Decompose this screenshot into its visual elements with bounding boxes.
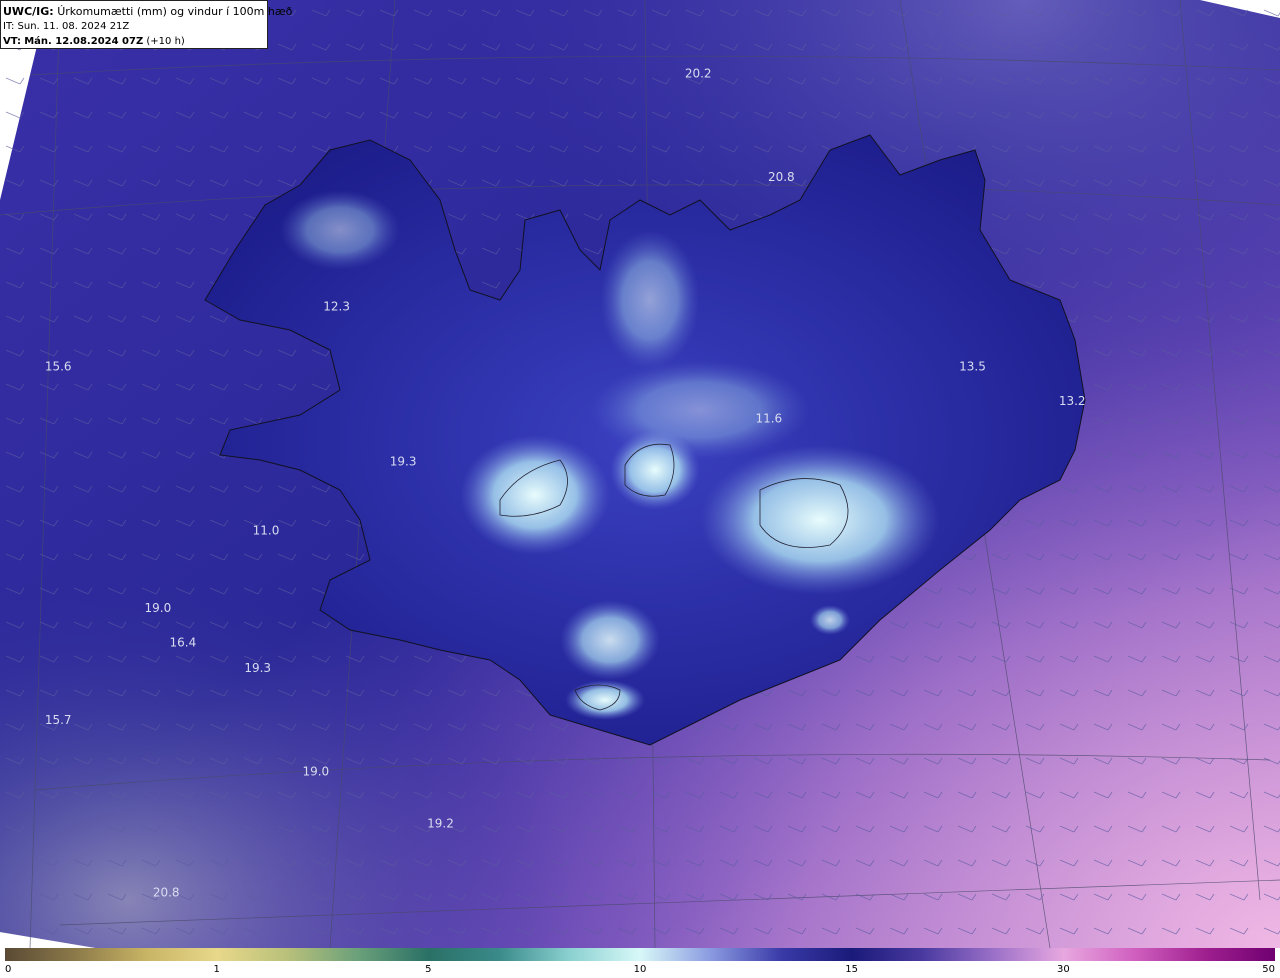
colorbar-legend: 0 1 5 10 15 30 50 [0,948,1280,978]
init-time-value: Sun. 11. 08. 2024 21Z [17,21,130,32]
station-value-label: 11.6 [755,411,782,425]
station-value-label: 15.6 [45,360,72,374]
model-name: UWC/IG: [3,5,54,18]
station-value-label: 19.2 [427,816,454,830]
station-value-label: 19.0 [302,765,329,779]
colorbar-segment [851,948,1064,961]
init-time-label: IT: [3,21,15,32]
precipitation-wind-map: 20.2 20.8 12.3 15.6 13.5 13.2 19.3 11.6 11.0 19.0… [0,0,1280,948]
colorbar-strip [5,948,1276,961]
colorbar-tick-label: 0 [5,964,12,975]
station-value-label: 16.4 [170,635,197,649]
station-value-label: 19.3 [244,661,271,675]
valid-time-label: VT: [3,36,22,47]
colorbar-segment [1063,948,1276,961]
title-line: UWC/IG: Úrkomumætti (mm) og vindur í 100… [3,4,292,19]
valid-time-line: VT: Mán. 12.08.2024 07Z (+10 h) [3,34,267,49]
map-title: Úrkomumætti (mm) og vindur í 100m hæð [57,5,293,18]
colorbar-tick-label: 30 [1056,964,1070,975]
station-value-label: 12.3 [323,299,350,313]
colorbar-segment [216,948,429,961]
station-value-label: 20.8 [153,885,180,899]
map-panel: 20.2 20.8 12.3 15.6 13.5 13.2 19.3 11.6 11.0 19.0… [0,0,1280,948]
colorbar-tick-label: 10 [633,964,647,975]
colorbar-tick-label: 1 [213,964,220,975]
colorbar-tick-label: 15 [845,964,859,975]
station-value-label: 20.2 [685,67,712,81]
station-value-label: 20.8 [768,170,795,184]
station-value-label: 15.7 [45,713,72,727]
station-value-label: 13.2 [1059,394,1086,408]
forecast-info-box: UWC/IG: Úrkomumætti (mm) og vindur í 100… [0,0,292,49]
valid-time-value: Mán. 12.08.2024 07Z [24,36,144,47]
station-value-label: 19.3 [390,454,417,468]
valid-time-offset: (+10 h) [146,36,185,47]
colorbar-tick-label: 50 [1262,964,1275,975]
colorbar-segment [428,948,641,961]
station-value-label: 11.0 [253,523,280,537]
colorbar-segment [640,948,853,961]
colorbar-tick-label: 5 [425,964,432,975]
colorbar-segment [5,948,218,961]
init-time-line: IT: Sun. 11. 08. 2024 21Z [3,19,267,34]
station-value-label: 19.0 [145,601,172,615]
station-value-label: 13.5 [959,360,986,374]
